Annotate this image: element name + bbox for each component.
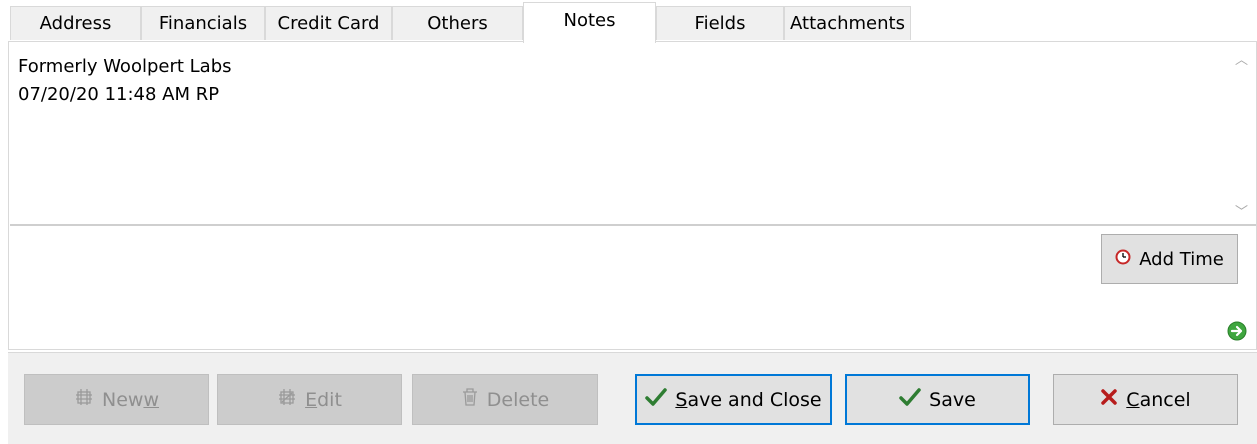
add-time-button[interactable]: Add Time — [1101, 234, 1238, 284]
edit-record-icon — [277, 387, 297, 412]
tab-fields[interactable]: Fields — [656, 6, 784, 40]
tab-address[interactable]: Address — [10, 6, 141, 40]
delete-button[interactable]: Delete — [412, 374, 598, 425]
notes-text[interactable]: Formerly Woolpert Labs 07/20/20 11:48 AM… — [18, 53, 1208, 109]
trash-icon — [461, 387, 479, 412]
tab-strip: Address Financials Credit Card Others No… — [0, 0, 1257, 43]
tab-label: Address — [39, 13, 112, 34]
notes-scrollbar[interactable]: ︿ ﹀ — [1226, 43, 1256, 224]
save-and-close-button[interactable]: Save and Close — [635, 374, 832, 425]
new-button[interactable]: Neww — [24, 374, 209, 425]
notes-textarea[interactable]: Formerly Woolpert Labs 07/20/20 11:48 AM… — [10, 43, 1256, 226]
checkmark-icon — [645, 387, 668, 412]
tab-label: Notes — [563, 10, 616, 31]
tab-attachments[interactable]: Attachments — [784, 6, 911, 40]
new-label: Neww — [102, 388, 159, 411]
checkmark-icon — [899, 387, 921, 412]
tab-label: Credit Card — [277, 13, 380, 34]
save-and-close-label: Save and Close — [675, 388, 822, 411]
tab-notes[interactable]: Notes — [523, 2, 656, 43]
tab-label: Others — [427, 13, 488, 34]
scroll-up-icon[interactable]: ︿ — [1235, 49, 1248, 68]
scroll-down-icon[interactable]: ﹀ — [1235, 201, 1248, 220]
tab-others[interactable]: Others — [392, 6, 523, 40]
edit-button[interactable]: Edit — [217, 374, 402, 425]
save-button[interactable]: Save — [845, 374, 1030, 425]
tab-label: Fields — [694, 13, 746, 34]
go-arrow-icon[interactable] — [1227, 321, 1247, 341]
tab-label: Financials — [158, 13, 248, 34]
cancel-label: Cancel — [1126, 388, 1191, 411]
delete-label: Delete — [486, 388, 550, 411]
add-time-label: Add Time — [1139, 248, 1224, 270]
x-icon — [1100, 388, 1118, 411]
clock-icon — [1115, 249, 1131, 270]
tab-label: Attachments — [790, 13, 905, 34]
new-record-icon — [74, 387, 94, 412]
tab-financials[interactable]: Financials — [141, 6, 265, 40]
tab-credit-card[interactable]: Credit Card — [265, 6, 392, 40]
save-label: Save — [929, 388, 976, 411]
edit-label: Edit — [305, 388, 342, 411]
cancel-button[interactable]: Cancel — [1053, 374, 1238, 425]
